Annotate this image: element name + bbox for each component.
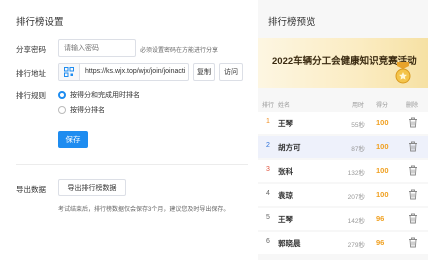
trophy-badge-icon [395,62,411,84]
row-time: 279秒 [347,242,365,249]
row-name: 王琴 [278,119,293,128]
row-score: 100 [376,118,389,127]
row-rank: 3 [266,166,270,173]
preview-title: 排行榜预览 [268,17,316,28]
rule-option-score[interactable]: 按得分排名 [58,105,105,115]
url-field[interactable]: https://ks.wjx.top/wjx/join/joinacti [58,63,189,81]
radio-selected-icon[interactable] [58,91,66,99]
leaderboard-row: 5 王琴 142秒 96 [258,208,428,230]
leaderboard-row: 6 郭晓晨 279秒 96 [258,232,428,254]
export-label: 导出数据 [16,185,46,194]
row-time: 55秒 [351,122,365,129]
row-score: 96 [376,214,385,223]
leaderboard-row: 1 王琴 55秒 100 [258,112,428,134]
password-input[interactable] [58,39,136,57]
leaderboard-row: 4 袁琼 207秒 100 [258,184,428,206]
radio-unselected-icon[interactable] [58,106,66,114]
banner: 2022车辆分工会健康知识竞赛活动 [258,38,428,88]
divider [16,164,248,165]
column-name: 姓名 [278,103,291,109]
row-name: 张科 [278,167,293,176]
row-time: 132秒 [347,170,365,177]
visit-button[interactable]: 访问 [219,63,243,81]
rule-option-label: 按得分和完成用时排名 [70,92,140,99]
delete-trash-icon[interactable] [408,141,418,152]
password-label: 分享密码 [16,45,46,54]
row-score: 100 [376,166,389,175]
save-button[interactable]: 保存 [58,131,88,148]
rule-option-score-time[interactable]: 按得分和完成用时排名 [58,90,140,100]
row-name: 郭晓晨 [278,239,301,248]
row-rank: 1 [266,118,270,125]
delete-trash-icon[interactable] [408,213,418,224]
row-score: 100 [376,142,389,151]
url-text: https://ks.wjx.top/wjx/join/joinacti [85,68,186,75]
copy-button[interactable]: 复制 [193,63,215,81]
qr-code-icon[interactable] [59,64,80,80]
row-rank: 2 [266,142,270,149]
row-score: 96 [376,238,385,247]
address-label: 排行地址 [16,69,46,78]
row-score: 100 [376,190,389,199]
row-rank: 5 [266,214,270,221]
password-hint: 必须设置密码在方能进行分享 [140,48,219,54]
row-name: 胡方可 [278,143,301,152]
row-rank: 6 [266,238,270,245]
export-note: 考试结束后，排行榜数据仅会保存3个月，建议您及时导出保存。 [58,207,230,213]
column-delete: 删除 [406,103,419,109]
column-time: 用时 [352,103,365,109]
column-rank: 排行 [262,103,275,109]
delete-trash-icon[interactable] [408,117,418,128]
leaderboard-settings-panel: 排行榜设置 分享密码 必须设置密码在方能进行分享 排行地址 https://ks… [0,0,250,260]
row-time: 87秒 [351,146,365,153]
export-leaderboard-button[interactable]: 导出排行榜数据 [58,179,126,196]
rule-option-label: 按得分排名 [70,107,105,114]
delete-trash-icon[interactable] [408,237,418,248]
leaderboard-preview-panel: 排行榜预览 2022车辆分工会健康知识竞赛活动 排行 姓名 用时 得分 删除 1… [258,0,428,260]
delete-trash-icon[interactable] [408,189,418,200]
row-time: 207秒 [347,194,365,201]
row-name: 王琴 [278,215,293,224]
leaderboard-row: 3 张科 132秒 100 [258,160,428,182]
row-rank: 4 [266,190,270,197]
settings-title: 排行榜设置 [16,17,64,28]
column-score: 得分 [376,103,389,109]
rule-label: 排行规则 [16,91,46,100]
row-name: 袁琼 [278,191,293,200]
leaderboard-row: 2 胡方可 87秒 100 [258,136,428,158]
delete-trash-icon[interactable] [408,165,418,176]
row-time: 142秒 [347,218,365,225]
